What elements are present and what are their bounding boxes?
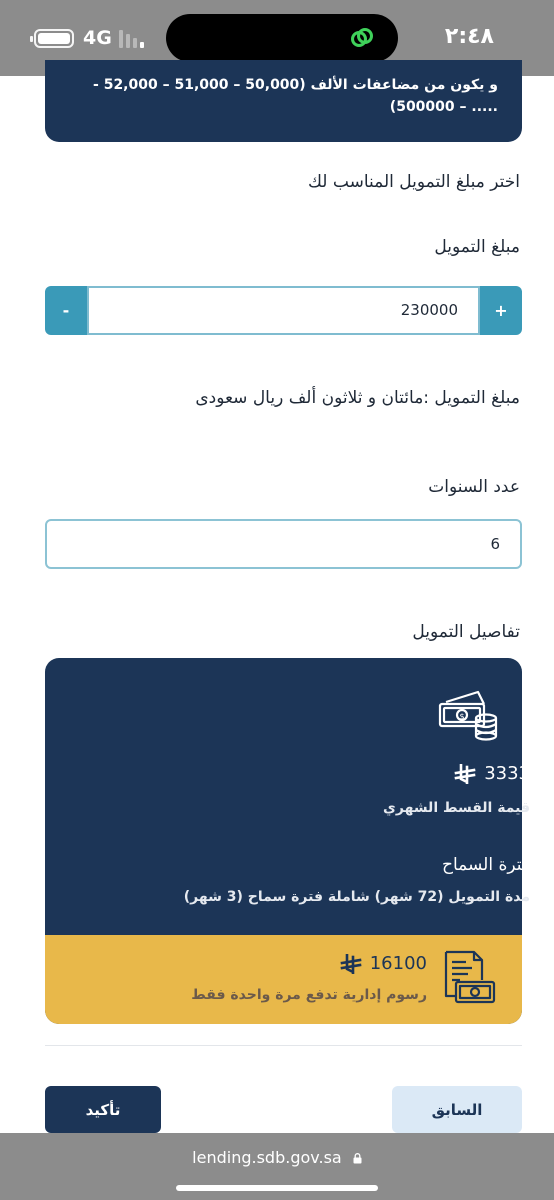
riyal-icon (454, 763, 476, 784)
decrease-button[interactable]: - (45, 286, 87, 335)
home-indicator[interactable] (176, 1185, 378, 1191)
cash-coins-icon: $ (438, 690, 498, 741)
choose-amount-title: اختر مبلغ التمويل المناسب لك (307, 172, 520, 192)
monthly-installment: 3333 (484, 763, 530, 784)
grace-period-title: فترة السماح (442, 855, 530, 875)
years-input[interactable]: 6 (45, 519, 522, 569)
amount-in-words: مبلغ التمويل :مائتان و ثلاثون ألف ريال س… (195, 388, 520, 408)
amount-input[interactable]: 230000 (87, 286, 480, 335)
dynamic-island (166, 14, 398, 62)
installment-row: 3333 (454, 763, 530, 784)
info-text: و يكون من مضاعفات الألف (50,000 – 51,000… (93, 77, 498, 115)
status-time: ٢:٤٨ (444, 24, 494, 49)
lock-icon (353, 1153, 362, 1164)
fees-label: رسوم إدارية تدفع مرة واحدة فقط (191, 987, 427, 1003)
details-card: $ 16100 رسوم إدارية تدفع مرة واحدة فقط (45, 658, 522, 1024)
url-container[interactable]: lending.sdb.gov.sa (0, 1148, 554, 1167)
back-button[interactable]: السابق (392, 1086, 522, 1133)
monthly-installment-label: قيمة القسط الشهري (383, 800, 530, 816)
confirm-button[interactable]: تأكيد (45, 1086, 161, 1133)
fees-band: 16100 رسوم إدارية تدفع مرة واحدة فقط (45, 935, 522, 1024)
fees-amount: 16100 (369, 953, 427, 974)
invoice-icon (444, 950, 496, 1004)
divider (45, 1045, 522, 1046)
url-text: lending.sdb.gov.sa (192, 1148, 342, 1167)
info-box: و يكون من مضاعفات الألف (50,000 – 51,000… (45, 60, 522, 142)
years-label: عدد السنوات (428, 477, 520, 497)
browser-url-bar[interactable]: lending.sdb.gov.sa (0, 1133, 554, 1200)
details-title: تفاصيل التمويل (412, 622, 520, 642)
network-label: 4G (83, 27, 112, 49)
riyal-icon (340, 953, 362, 974)
grace-period-desc: مدة التمويل (72 شهر) شاملة فترة سماح (3 … (183, 889, 530, 905)
increase-button[interactable]: + (480, 286, 522, 335)
fees-amount-row: 16100 (340, 953, 427, 974)
svg-text:$: $ (459, 712, 464, 721)
signal-icon (119, 29, 149, 48)
amount-stepper: - 230000 + (45, 286, 522, 335)
battery-icon (30, 29, 74, 48)
link-icon (351, 28, 373, 47)
amount-label: مبلغ التمويل (434, 237, 520, 257)
